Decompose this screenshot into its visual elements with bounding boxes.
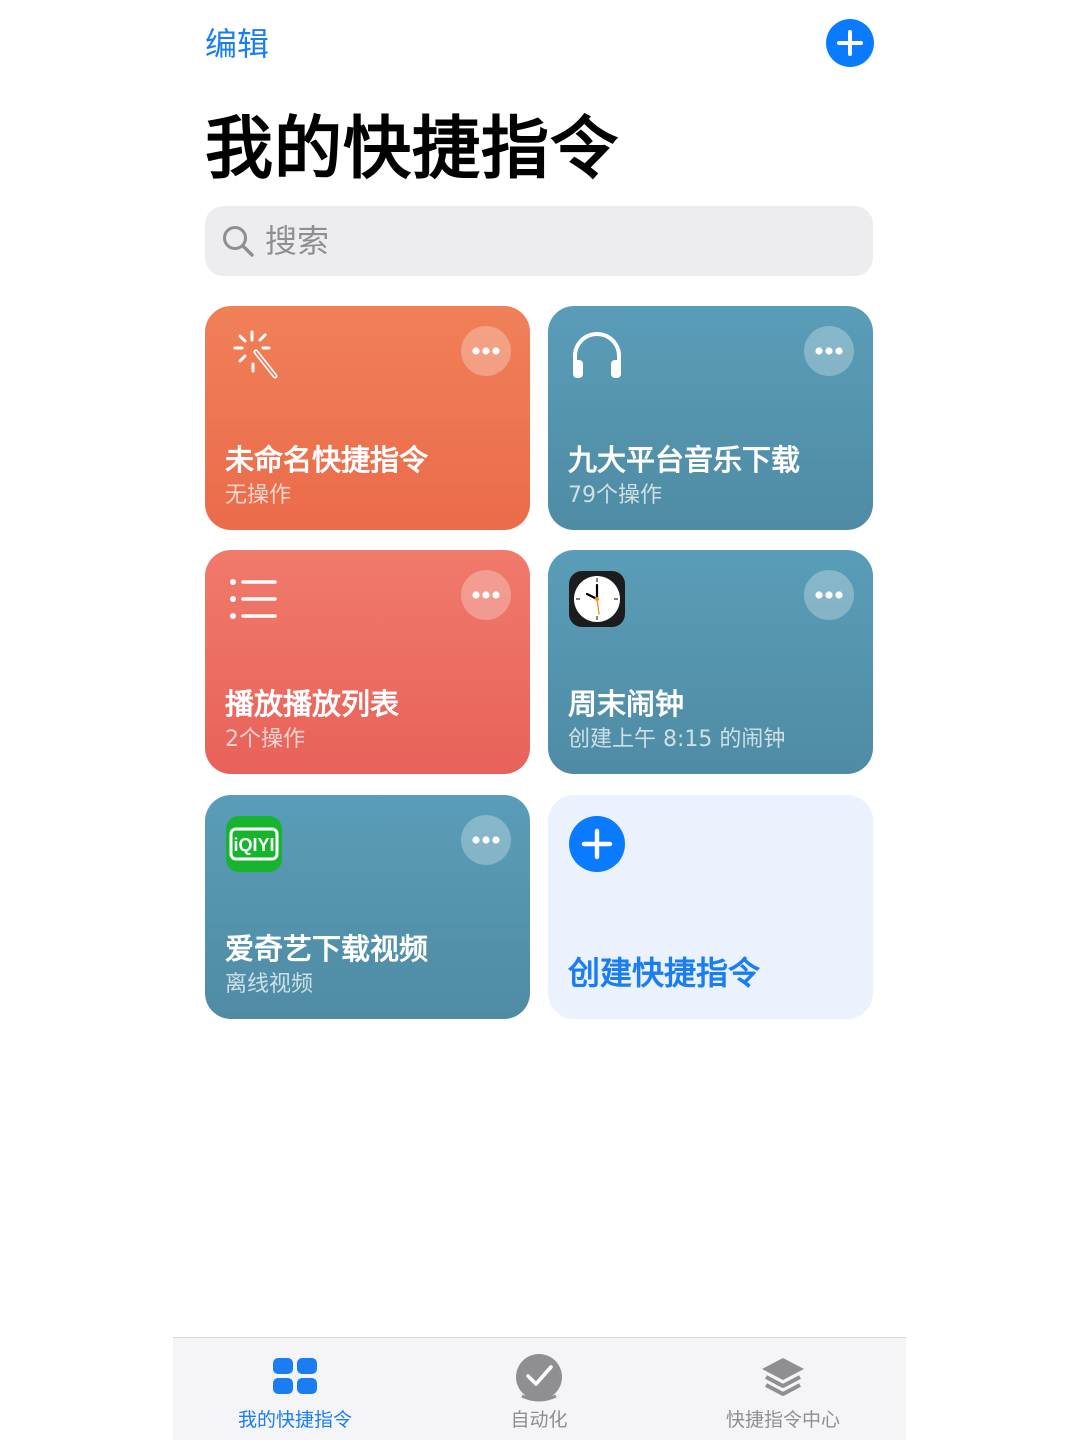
ellipsis-icon — [472, 591, 500, 599]
plus-circle-icon — [569, 816, 625, 872]
svg-text:iQIYI: iQIYI — [233, 835, 274, 855]
page-title: 我的快捷指令 — [205, 110, 620, 189]
checkmark-circle-icon — [516, 1354, 562, 1402]
shortcut-title: 九大平台音乐下载 — [568, 443, 801, 477]
add-shortcut-button[interactable] — [826, 19, 874, 67]
shortcut-subtitle: 创建上午 8:15 的闹钟 — [568, 727, 786, 752]
shortcut-card-untitled[interactable]: 未命名快捷指令 无操作 — [205, 306, 530, 530]
plus-circle-icon — [837, 30, 863, 56]
shortcut-subtitle: 无操作 — [225, 483, 292, 508]
more-options-button[interactable] — [461, 326, 511, 376]
tab-gallery[interactable]: 快捷指令中心 — [661, 1338, 905, 1440]
shortcut-card-play-playlist[interactable]: 播放播放列表 2个操作 — [205, 550, 530, 774]
shortcut-card-weekend-alarm[interactable]: 周末闹钟 创建上午 8:15 的闹钟 — [548, 550, 873, 774]
clock-app-icon — [569, 571, 625, 627]
shortcut-subtitle: 离线视频 — [225, 972, 314, 997]
shortcut-subtitle: 79个操作 — [568, 483, 662, 508]
shortcut-card-music-download[interactable]: 九大平台音乐下载 79个操作 — [548, 306, 873, 530]
tab-automation[interactable]: 自动化 — [417, 1338, 661, 1440]
more-options-button[interactable] — [804, 326, 854, 376]
ellipsis-icon — [472, 347, 500, 355]
more-options-button[interactable] — [461, 570, 511, 620]
shortcut-subtitle: 2个操作 — [225, 727, 305, 752]
iqiyi-app-icon: iQIYI — [226, 816, 282, 872]
headphones-icon — [573, 332, 621, 378]
tab-label: 自动化 — [510, 1409, 568, 1431]
grid-icon — [273, 1358, 317, 1394]
magic-wand-icon — [233, 330, 278, 379]
tab-bar: 我的快捷指令 自动化 快捷指令中心 — [173, 1337, 906, 1440]
search-icon — [223, 226, 254, 257]
tab-my-shortcuts[interactable]: 我的快捷指令 — [173, 1338, 417, 1440]
shortcut-title: 周末闹钟 — [568, 687, 685, 721]
shortcut-title: 未命名快捷指令 — [225, 443, 429, 477]
create-shortcut-title: 创建快捷指令 — [568, 954, 761, 992]
shortcut-title: 爱奇艺下载视频 — [225, 932, 429, 966]
ellipsis-icon — [815, 347, 843, 355]
more-options-button[interactable] — [804, 570, 854, 620]
tab-label: 我的快捷指令 — [237, 1409, 352, 1431]
list-icon — [230, 579, 277, 619]
tab-label: 快捷指令中心 — [725, 1409, 840, 1431]
edit-button[interactable]: 编辑 — [205, 22, 269, 66]
search-field[interactable]: 搜索 — [205, 206, 873, 276]
shortcut-card-iqiyi-download[interactable]: iQIYI 爱奇艺下载视频 离线视频 — [205, 795, 530, 1019]
ellipsis-icon — [472, 836, 500, 844]
more-options-button[interactable] — [461, 815, 511, 865]
ellipsis-icon — [815, 591, 843, 599]
search-placeholder: 搜索 — [265, 222, 330, 260]
create-shortcut-card[interactable]: 创建快捷指令 — [548, 795, 873, 1019]
shortcut-title: 播放播放列表 — [225, 687, 400, 721]
layers-icon — [762, 1358, 804, 1396]
